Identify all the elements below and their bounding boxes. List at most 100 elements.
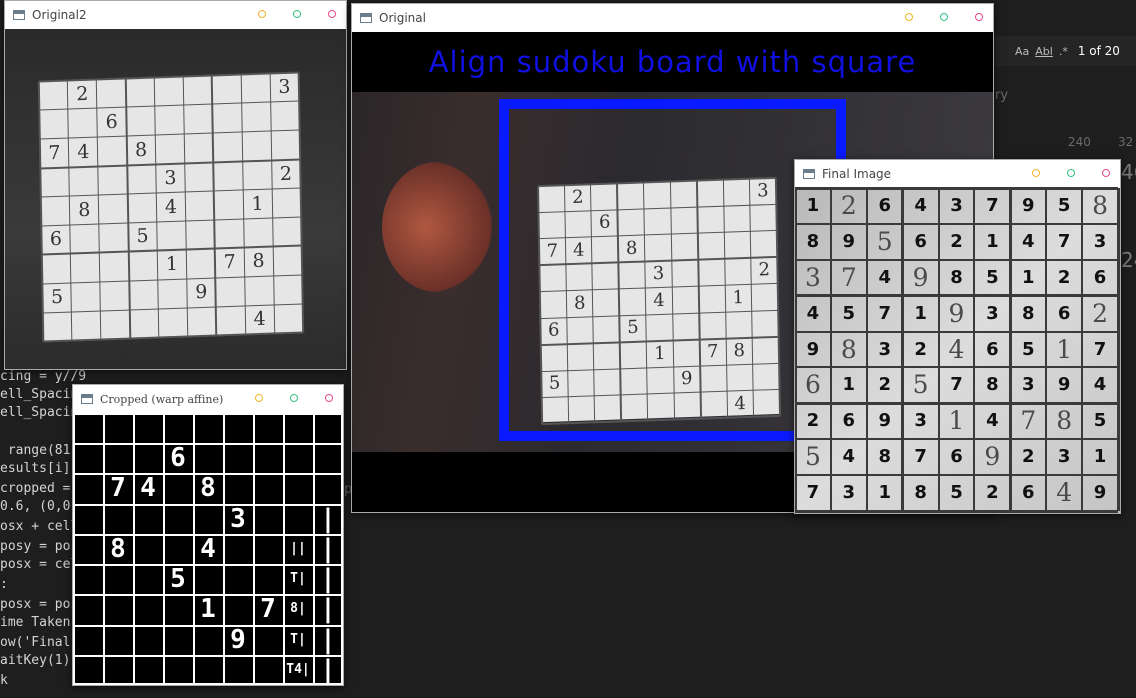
window-final-image[interactable]: Final Image 1264379588956214733749851264… <box>794 159 1121 514</box>
maximize-button[interactable] <box>1067 169 1075 177</box>
close-button[interactable] <box>975 13 983 21</box>
grid-line <box>133 413 135 685</box>
background-object <box>382 162 492 292</box>
given-digit: 2 <box>76 82 89 106</box>
solved-digit: 2 <box>1057 266 1071 288</box>
window-original2[interactable]: Original2 2367483284165178594 <box>4 0 347 370</box>
solved-digit: 1 <box>842 374 856 396</box>
code-line: posx = cel <box>0 557 79 572</box>
window-app-icon <box>360 13 372 23</box>
solved-digit: 6 <box>1022 482 1035 504</box>
grid-line <box>73 503 343 506</box>
given-digit: 7 <box>48 141 61 165</box>
given-digit: 5 <box>876 226 893 256</box>
cropped-cell-digit: 8 <box>110 533 126 564</box>
maximize-button[interactable] <box>290 394 298 402</box>
window-title: Original2 <box>32 8 87 22</box>
minimize-button[interactable] <box>1032 169 1040 177</box>
given-digit: 2 <box>840 191 857 220</box>
solved-digit: 3 <box>1093 230 1107 252</box>
code-line: k <box>0 673 8 688</box>
given-digit: 7 <box>1020 406 1037 436</box>
cropped-cell-digit: 4 <box>200 533 216 564</box>
close-button[interactable] <box>325 394 333 402</box>
cropped-cell-digit: T| <box>290 631 306 647</box>
solved-digit: 3 <box>878 338 891 360</box>
given-digit: 8 <box>840 334 857 364</box>
whole-word-toggle[interactable]: Abl <box>1035 45 1053 58</box>
solved-digit: 2 <box>806 410 820 432</box>
maximize-button[interactable] <box>940 13 948 21</box>
window-titlebar[interactable]: Cropped (warp affine) <box>73 385 343 413</box>
find-bar: Aa Abl .* 1 of 20 <box>993 36 1136 66</box>
ide-text-fragment: 32 <box>1118 135 1134 149</box>
given-digit: 7 <box>223 251 236 274</box>
given-digit: 4 <box>77 140 90 164</box>
solved-digit: 3 <box>1022 374 1035 396</box>
solved-digit: 9 <box>1022 195 1035 216</box>
regex-toggle[interactable]: .* <box>1059 45 1068 58</box>
window-cropped[interactable]: Cropped (warp affine) 6 7 4 8 3 | 8 4 || | 5 T| | 1 7 8… <box>72 384 344 686</box>
cropped-cell-digit: T| <box>290 571 306 587</box>
window-title: Original <box>379 11 426 25</box>
minimize-button[interactable] <box>255 394 263 402</box>
cropped-cell-digit: | <box>320 654 336 685</box>
given-digit: 1 <box>251 192 264 215</box>
cropped-cell-digit: | <box>320 533 336 564</box>
given-digit: 8 <box>134 138 148 161</box>
code-line: ime Taken <box>0 615 71 630</box>
cropped-cell-digit: 1 <box>200 594 216 625</box>
solved-digit: 3 <box>986 302 999 324</box>
close-button[interactable] <box>328 10 336 18</box>
code-line: ell_Spacin <box>0 387 79 402</box>
solved-digit: 4 <box>986 410 999 432</box>
solved-digit: 8 <box>806 230 820 252</box>
solved-digit: 7 <box>806 482 820 504</box>
given-digit: 4 <box>164 195 178 218</box>
solved-digit: 3 <box>1057 446 1071 468</box>
given-digit: 6 <box>105 110 118 134</box>
window-title: Final Image <box>822 167 892 181</box>
window-titlebar[interactable]: Original <box>352 4 993 32</box>
solved-digit: 6 <box>914 230 927 252</box>
given-digit: 5 <box>912 370 929 400</box>
maximize-button[interactable] <box>293 10 301 18</box>
solved-digit: 1 <box>1022 266 1035 288</box>
given-digit: 1 <box>948 406 965 436</box>
window-app-icon <box>81 394 93 404</box>
cropped-cell-digit: 3 <box>230 503 246 534</box>
minimize-button[interactable] <box>258 10 266 18</box>
find-match-count: 1 of 20 <box>1077 44 1120 58</box>
solved-digit: 3 <box>842 482 856 504</box>
solved-digit: 4 <box>1093 374 1107 396</box>
given-digit: 8 <box>1056 406 1073 436</box>
given-digit: 6 <box>49 228 63 251</box>
solved-digit: 7 <box>914 446 927 468</box>
solved-digit: 2 <box>986 482 999 504</box>
solved-digit: 7 <box>1093 338 1107 360</box>
close-button[interactable] <box>1102 169 1110 177</box>
solved-digit: 8 <box>1022 302 1035 324</box>
solved-digit: 6 <box>842 410 856 432</box>
solved-digit: 5 <box>1057 195 1071 216</box>
solved-digit: 1 <box>1093 446 1107 468</box>
given-digit: 9 <box>984 442 1001 472</box>
solved-digit: 3 <box>950 195 963 216</box>
solved-digit: 9 <box>1093 482 1107 504</box>
minimize-button[interactable] <box>905 13 913 21</box>
cropped-cell-digit: | <box>320 624 336 655</box>
given-digit: 2 <box>1092 298 1108 328</box>
banner-area: Align sudoku board with square <box>352 32 993 92</box>
given-digit: 4 <box>948 334 965 364</box>
match-case-toggle[interactable]: Aa <box>1015 45 1029 58</box>
code-line: posy = pos <box>0 539 79 554</box>
solved-digit: 7 <box>878 302 891 324</box>
given-digit: 9 <box>948 298 965 328</box>
window-titlebar[interactable]: Original2 <box>5 1 346 29</box>
given-digit: 9 <box>912 262 929 292</box>
ide-text-fragment: 24 <box>1121 248 1136 272</box>
solved-digit: 2 <box>914 338 927 360</box>
window-titlebar[interactable]: Final Image <box>795 160 1120 188</box>
code-line: posx = pos <box>0 597 79 612</box>
cropped-cell-digit: | <box>320 564 336 595</box>
